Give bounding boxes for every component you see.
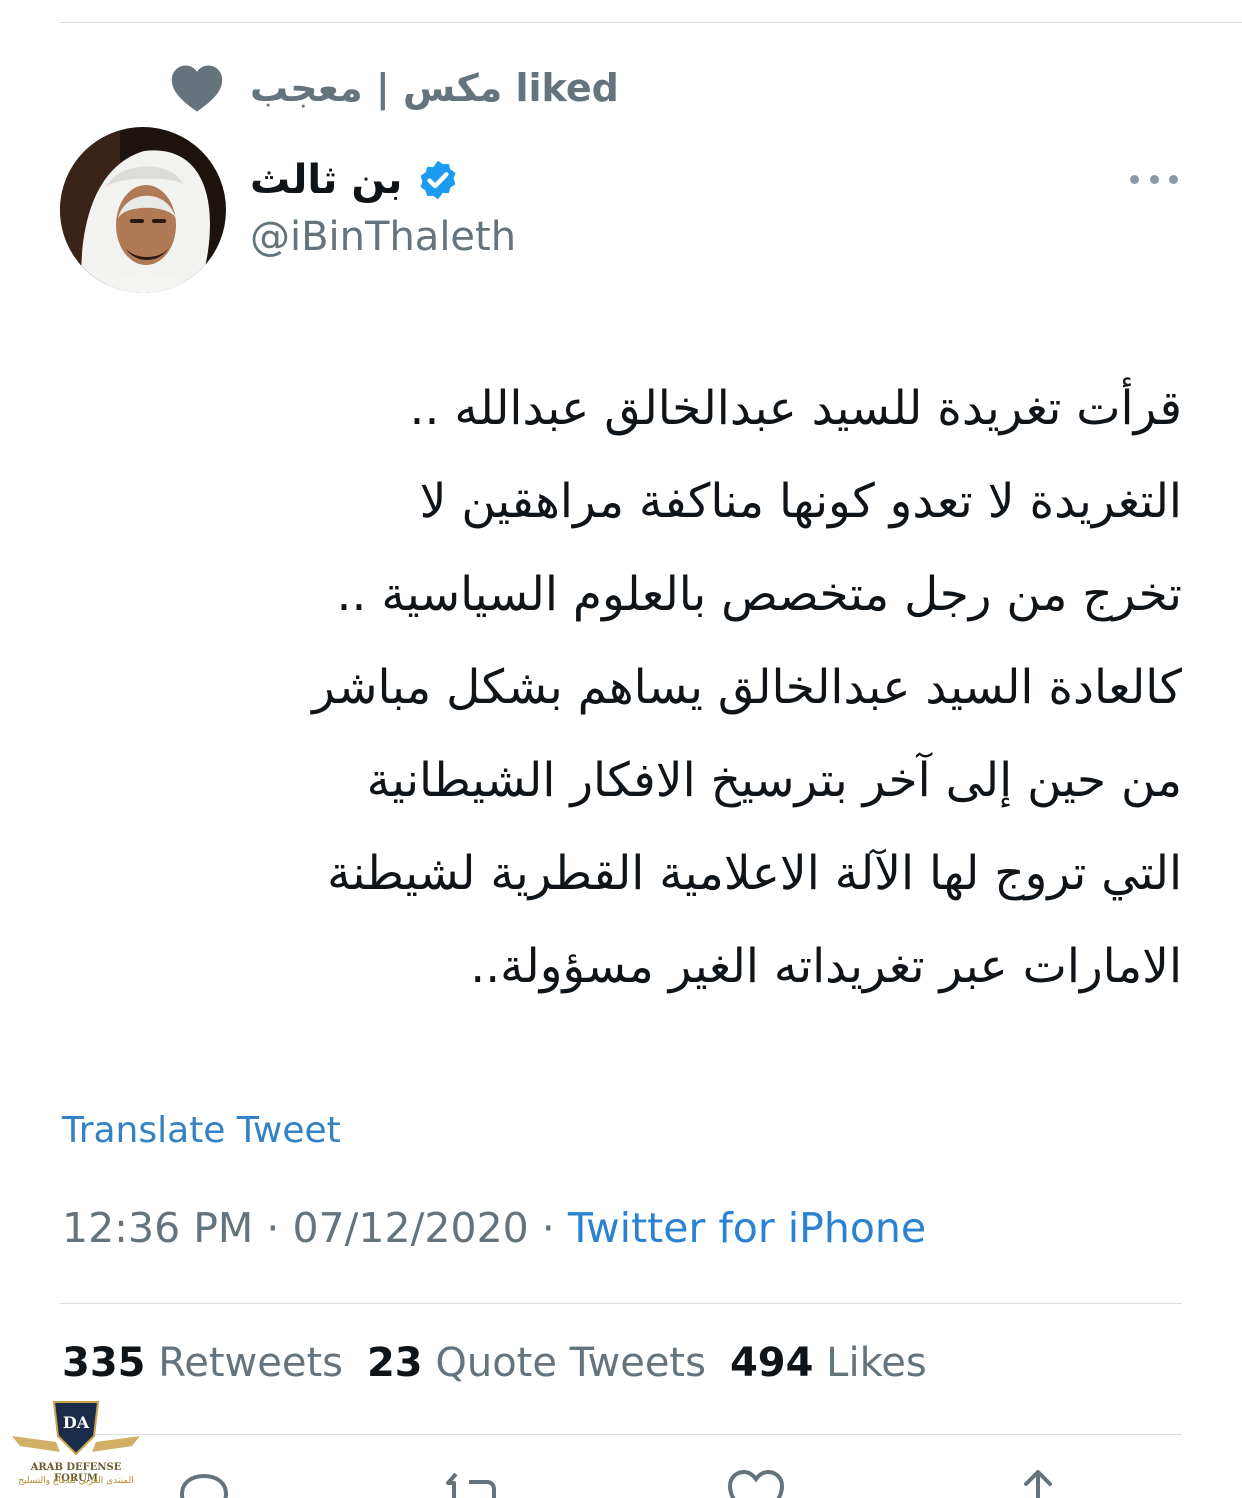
retweets-stat[interactable]: 335 Retweets — [62, 1340, 343, 1386]
tweet-date: 07/12/2020 — [292, 1204, 529, 1252]
watermark-monogram: DA — [63, 1413, 90, 1432]
quotes-count: 23 — [366, 1340, 423, 1386]
retweets-label: Retweets — [158, 1340, 343, 1386]
reply-icon[interactable] — [172, 1464, 236, 1498]
tweet-text: قرأت تغريدة للسيد عبدالخالق عبدالله .. ا… — [312, 381, 1182, 994]
meta-separator: · — [266, 1204, 280, 1252]
avatar[interactable] — [60, 127, 226, 293]
author-name-row[interactable]: بن ثالث — [250, 152, 460, 208]
action-bar — [0, 1464, 1242, 1498]
likes-count: 494 — [729, 1340, 814, 1386]
share-icon[interactable] — [1006, 1464, 1070, 1498]
heart-icon — [171, 65, 223, 112]
verified-badge-icon — [420, 160, 456, 200]
tweet-metadata: 12:36 PM · 07/12/2020 · Twitter for iPho… — [62, 1204, 926, 1252]
watermark-logo: DA ARAB DEFENSE FORUM المنتدى العربي للد… — [8, 1396, 144, 1496]
engagement-stats: 335 Retweets 23 Quote Tweets 494 Likes — [62, 1340, 927, 1386]
tweet-time: 12:36 PM — [62, 1204, 254, 1252]
likes-label: Likes — [826, 1340, 927, 1386]
retweets-count: 335 — [62, 1340, 146, 1386]
top-divider — [60, 22, 1242, 23]
watermark-subtitle: المنتدى العربي للدفاع والتسليح — [18, 1476, 134, 1486]
meta-separator: · — [541, 1204, 555, 1252]
more-options-icon[interactable] — [1130, 164, 1178, 194]
divider — [60, 1434, 1182, 1435]
translate-tweet-link[interactable]: Translate Tweet — [62, 1110, 341, 1151]
social-context[interactable]: مكس | معجب liked — [170, 58, 619, 118]
author-handle[interactable]: @iBinThaleth — [250, 214, 516, 260]
tweet-source-link[interactable]: Twitter for iPhone — [568, 1204, 926, 1252]
author-display-name[interactable]: بن ثالث — [250, 157, 402, 203]
like-icon[interactable] — [724, 1464, 788, 1498]
likes-stat[interactable]: 494 Likes — [730, 1340, 927, 1386]
divider — [60, 1303, 1182, 1304]
liked-by-text: مكس | معجب liked — [250, 66, 619, 110]
retweet-icon[interactable] — [442, 1464, 506, 1498]
quotes-label: Quote Tweets — [435, 1340, 706, 1386]
quote-tweets-stat[interactable]: 23 Quote Tweets — [367, 1340, 706, 1386]
